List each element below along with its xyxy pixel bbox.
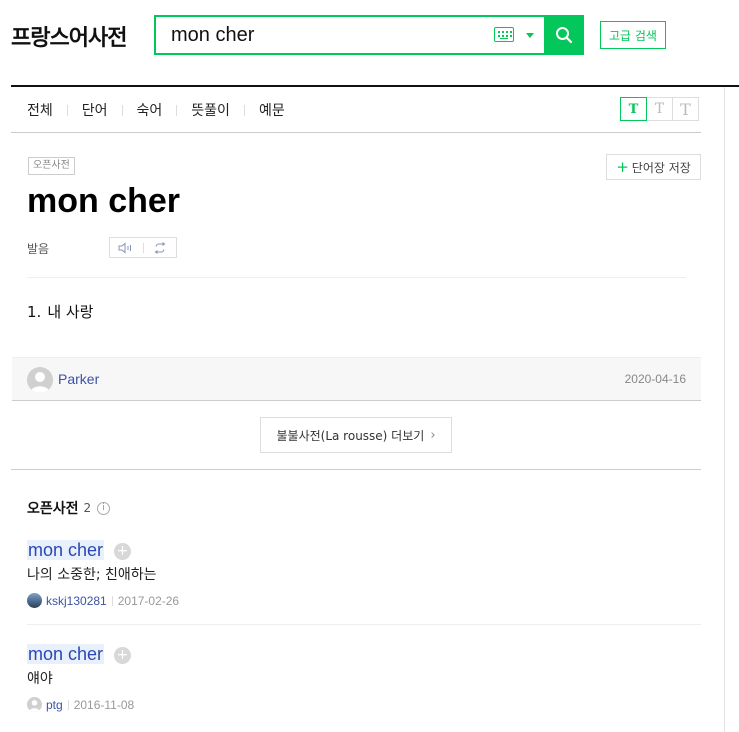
save-to-wordbook-label: 단어장 저장 [631,160,691,175]
play-pronunciation-button[interactable] [110,238,143,257]
more-dictionary-label: 불불사전(La rousse) 더보기 [276,428,425,443]
item-date: 2017-02-26 [117,593,180,608]
item-word-link[interactable]: mon cher [27,540,105,560]
tab-definitions[interactable]: 뜻풀이 [191,100,230,120]
item-word-link[interactable]: mon cher [27,644,105,664]
item-definition: 나의 소중한; 친애하는 [27,567,157,583]
search-box [154,15,584,55]
avatar [27,593,42,608]
meaning-text: 내 사랑 [47,303,94,321]
repeat-pronunciation-button[interactable] [143,238,176,257]
tab-separator [121,104,123,116]
font-size-selector: T T T [620,97,699,121]
item-meta: kskj130281 2017-02-26 [27,593,179,608]
item-date: 2016-11-08 [73,697,135,712]
user-icon [30,372,50,393]
tab-separator [243,104,245,116]
open-dictionary-badge: 오픈사전 [28,157,75,175]
add-icon[interactable]: + [114,543,132,560]
item-meta: ptg 2016-11-08 [27,697,134,712]
section-divider [11,469,701,470]
dictionary-logo[interactable]: 프랑스어사전 [11,20,127,52]
section-title-text: 오픈사전 [27,501,79,517]
font-size-large-button[interactable]: T [672,97,699,121]
tabs-divider [11,132,701,133]
content-right-border [724,87,725,732]
author-bar: Parker 2020-04-16 [12,357,701,401]
info-icon[interactable]: i [97,501,111,515]
meta-separator [111,595,113,606]
item-definition: 얘야 [27,671,53,687]
tab-idioms[interactable]: 숙어 [137,100,163,120]
tab-separator [66,104,68,116]
avatar [27,367,53,393]
avatar [27,697,42,712]
plus-icon: + [616,158,629,176]
font-size-small-button[interactable]: T [620,97,647,121]
entry-date: 2020-04-16 [624,372,686,386]
author-link[interactable]: Parker [58,371,99,387]
item-user-link[interactable]: kskj130281 [46,594,107,608]
tab-all[interactable]: 전체 [27,100,53,120]
search-input[interactable] [171,23,491,47]
open-dictionary-section-title: 오픈사전 2 i [27,498,111,518]
add-icon[interactable]: + [114,647,132,664]
list-item: mon cher + 나의 소중한; 친애하는 kskj130281 2017-0… [27,540,179,608]
item-divider [27,624,701,625]
meaning-number: 1. [27,303,42,321]
item-user-link[interactable]: ptg [46,698,63,712]
meta-separator [67,699,69,710]
user-icon [29,700,40,712]
pronunciation-label: 발음 [27,242,50,256]
more-dictionary-button[interactable]: 불불사전(La rousse) 더보기 › [260,417,452,453]
headword: mon cher [27,182,181,220]
list-item: mon cher + 얘야 ptg 2016-11-08 [27,644,134,712]
search-button[interactable] [544,15,584,55]
advanced-search-button[interactable]: 고급 검색 [600,21,666,49]
header-divider [11,85,739,87]
result-tabs: 전체 단어 숙어 뜻풀이 예문 [27,100,285,120]
repeat-icon [154,241,166,254]
tab-examples[interactable]: 예문 [259,100,285,120]
chevron-down-icon[interactable] [526,33,534,38]
tab-separator [176,104,178,116]
speaker-icon [118,241,132,254]
chevron-right-icon: › [430,427,436,443]
tab-words[interactable]: 단어 [82,100,108,120]
keyboard-icon[interactable] [494,27,514,42]
search-icon [556,27,573,44]
font-size-medium-button[interactable]: T [646,97,673,121]
save-to-wordbook-button[interactable]: + 단어장 저장 [606,154,701,180]
pronunciation-controls [109,237,177,258]
section-count: 2 [83,501,92,515]
meaning-item: 1. 내 사랑 [27,301,93,322]
entry-divider [27,277,686,278]
